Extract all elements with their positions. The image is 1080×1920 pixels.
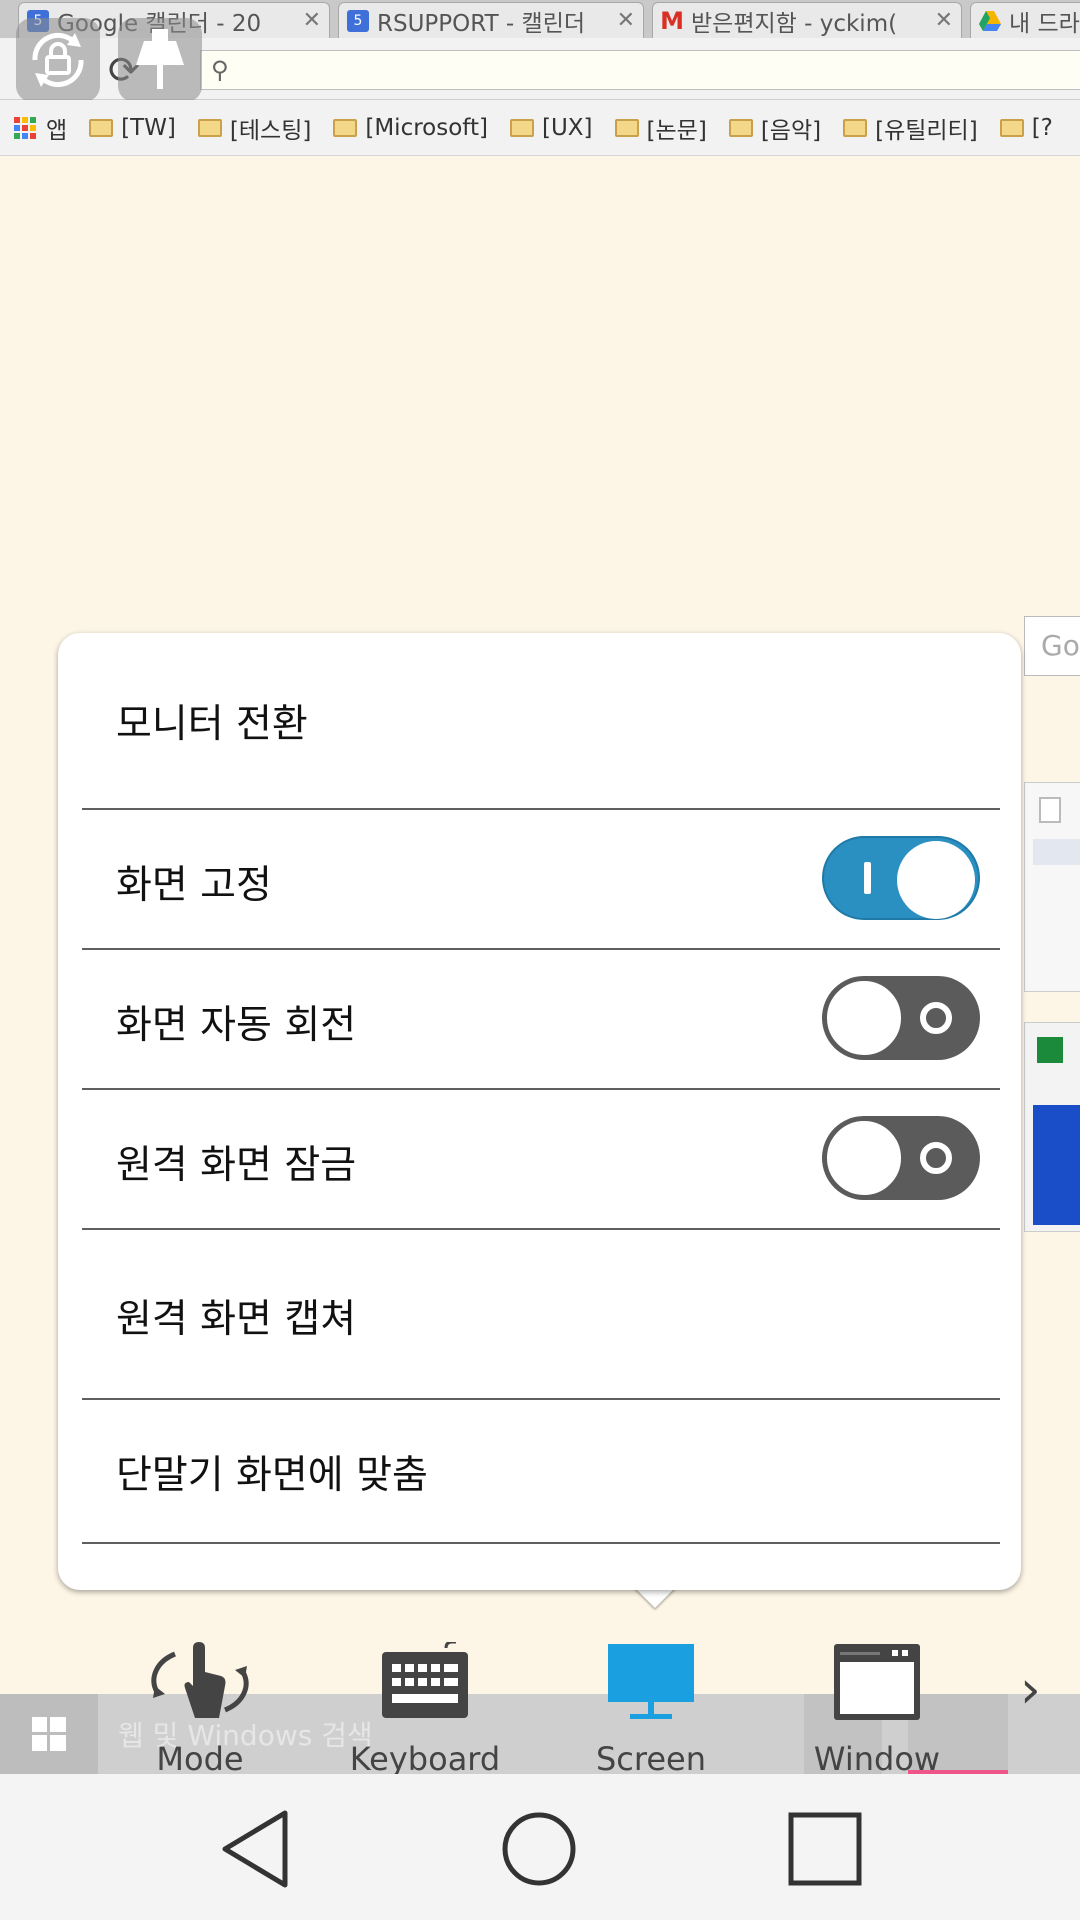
folder-icon	[89, 118, 114, 137]
folder-icon	[999, 118, 1024, 137]
close-tab-icon[interactable]: ✕	[617, 8, 635, 33]
calendar-icon: 5	[347, 9, 369, 32]
mode-tab-screen[interactable]: Screen	[541, 1622, 761, 1778]
menu-item-fit-device-screen[interactable]: 단말기 화면에 맞춤	[82, 1400, 1000, 1544]
address-bar[interactable]: ⚲	[200, 50, 1080, 90]
folder-icon	[728, 118, 753, 137]
bookmarks-bar: 앱 [TW] [테스팅] [Microsoft] [UX] [논문] [음악] …	[0, 100, 1080, 156]
bookmark-folder-testing[interactable]: [테스팅]	[197, 111, 311, 145]
menu-item-switch-monitor[interactable]: 모니터 전환	[82, 633, 1000, 810]
menu-item-remote-capture[interactable]: 원격 화면 캡쳐	[82, 1230, 1000, 1400]
bookmark-folder-papers[interactable]: [논문]	[614, 111, 707, 145]
bookmark-folder-ux[interactable]: [UX]	[509, 115, 593, 141]
pin-icon	[136, 29, 184, 89]
menu-item-auto-rotate[interactable]: 화면 자동 회전	[82, 950, 1000, 1090]
bookmark-folder-utility[interactable]: [유틸리티]	[843, 111, 978, 145]
screen-root: { "browser": { "tabs": [ {"title": "Goog…	[0, 0, 1080, 1920]
close-tab-icon[interactable]: ✕	[935, 8, 953, 33]
keyboard-icon	[382, 1642, 468, 1718]
home-circle-icon	[502, 1812, 576, 1886]
rotate-lock-icon	[32, 32, 84, 88]
remote-lock-toggle[interactable]	[822, 1116, 980, 1200]
recents-square-icon	[788, 1812, 862, 1886]
menu-item-fix-screen[interactable]: 화면 고정	[82, 810, 1000, 950]
menu-item-remote-lock[interactable]: 원격 화면 잠금	[82, 1090, 1000, 1230]
bookmark-folder-microsoft[interactable]: [Microsoft]	[333, 115, 488, 141]
bookmark-folder-more[interactable]: [?	[999, 115, 1053, 141]
apps-grid-icon	[14, 116, 36, 139]
android-navbar	[0, 1774, 1080, 1920]
chevron-right-icon[interactable]: ›	[1020, 1660, 1041, 1720]
mode-tab-keyboard[interactable]: Keyboard	[315, 1622, 535, 1778]
back-triangle-icon	[222, 1810, 288, 1888]
folder-icon	[509, 118, 534, 137]
folder-icon	[614, 118, 639, 137]
bookmark-folder-tw[interactable]: [TW]	[89, 115, 176, 141]
site-logo-icon	[1037, 1037, 1063, 1063]
gmail-icon: M	[660, 6, 684, 35]
bookmark-folder-music[interactable]: [음악]	[728, 111, 821, 145]
peek-search-box[interactable]: Goo	[1024, 616, 1080, 676]
folder-icon	[333, 118, 358, 137]
bookmark-apps[interactable]: 앱	[14, 111, 67, 145]
drive-icon	[979, 10, 1001, 32]
document-icon	[1039, 797, 1061, 823]
recents-button[interactable]	[780, 1804, 870, 1894]
mode-tab-window[interactable]: Window	[767, 1622, 987, 1778]
window-icon	[834, 1644, 920, 1720]
peek-thumbnail-document	[1024, 782, 1080, 992]
fix-screen-toggle[interactable]	[822, 836, 980, 920]
browser-tab-rsupport-calendar[interactable]: 5 RSUPPORT - 캘린더 ✕	[338, 2, 644, 38]
screen-options-popup: 모니터 전환 화면 고정 화면 자동 회전 원격 화면 잠금 원격 화면 캡쳐 …	[58, 633, 1021, 1590]
folder-icon	[843, 118, 868, 137]
browser-tab-gmail[interactable]: M 받은편지함 - yckim( ✕	[652, 2, 962, 38]
hand-rotate-icon	[151, 1642, 249, 1718]
monitor-icon	[608, 1644, 694, 1719]
close-tab-icon[interactable]: ✕	[303, 8, 321, 33]
rotate-lock-button[interactable]	[16, 18, 100, 102]
search-icon: ⚲	[211, 56, 229, 84]
home-button[interactable]	[494, 1804, 584, 1894]
peek-thumbnail-site	[1024, 1022, 1080, 1232]
back-button[interactable]	[210, 1804, 300, 1894]
browser-tab-drive[interactable]: 내 드라	[970, 2, 1080, 38]
mode-tab-mode[interactable]: Mode	[90, 1622, 310, 1778]
auto-rotate-toggle[interactable]	[822, 976, 980, 1060]
mode-toolbar: Mode Keyboard Screen Window	[0, 1612, 1080, 1778]
pin-button[interactable]	[118, 18, 202, 102]
folder-icon	[197, 118, 222, 137]
